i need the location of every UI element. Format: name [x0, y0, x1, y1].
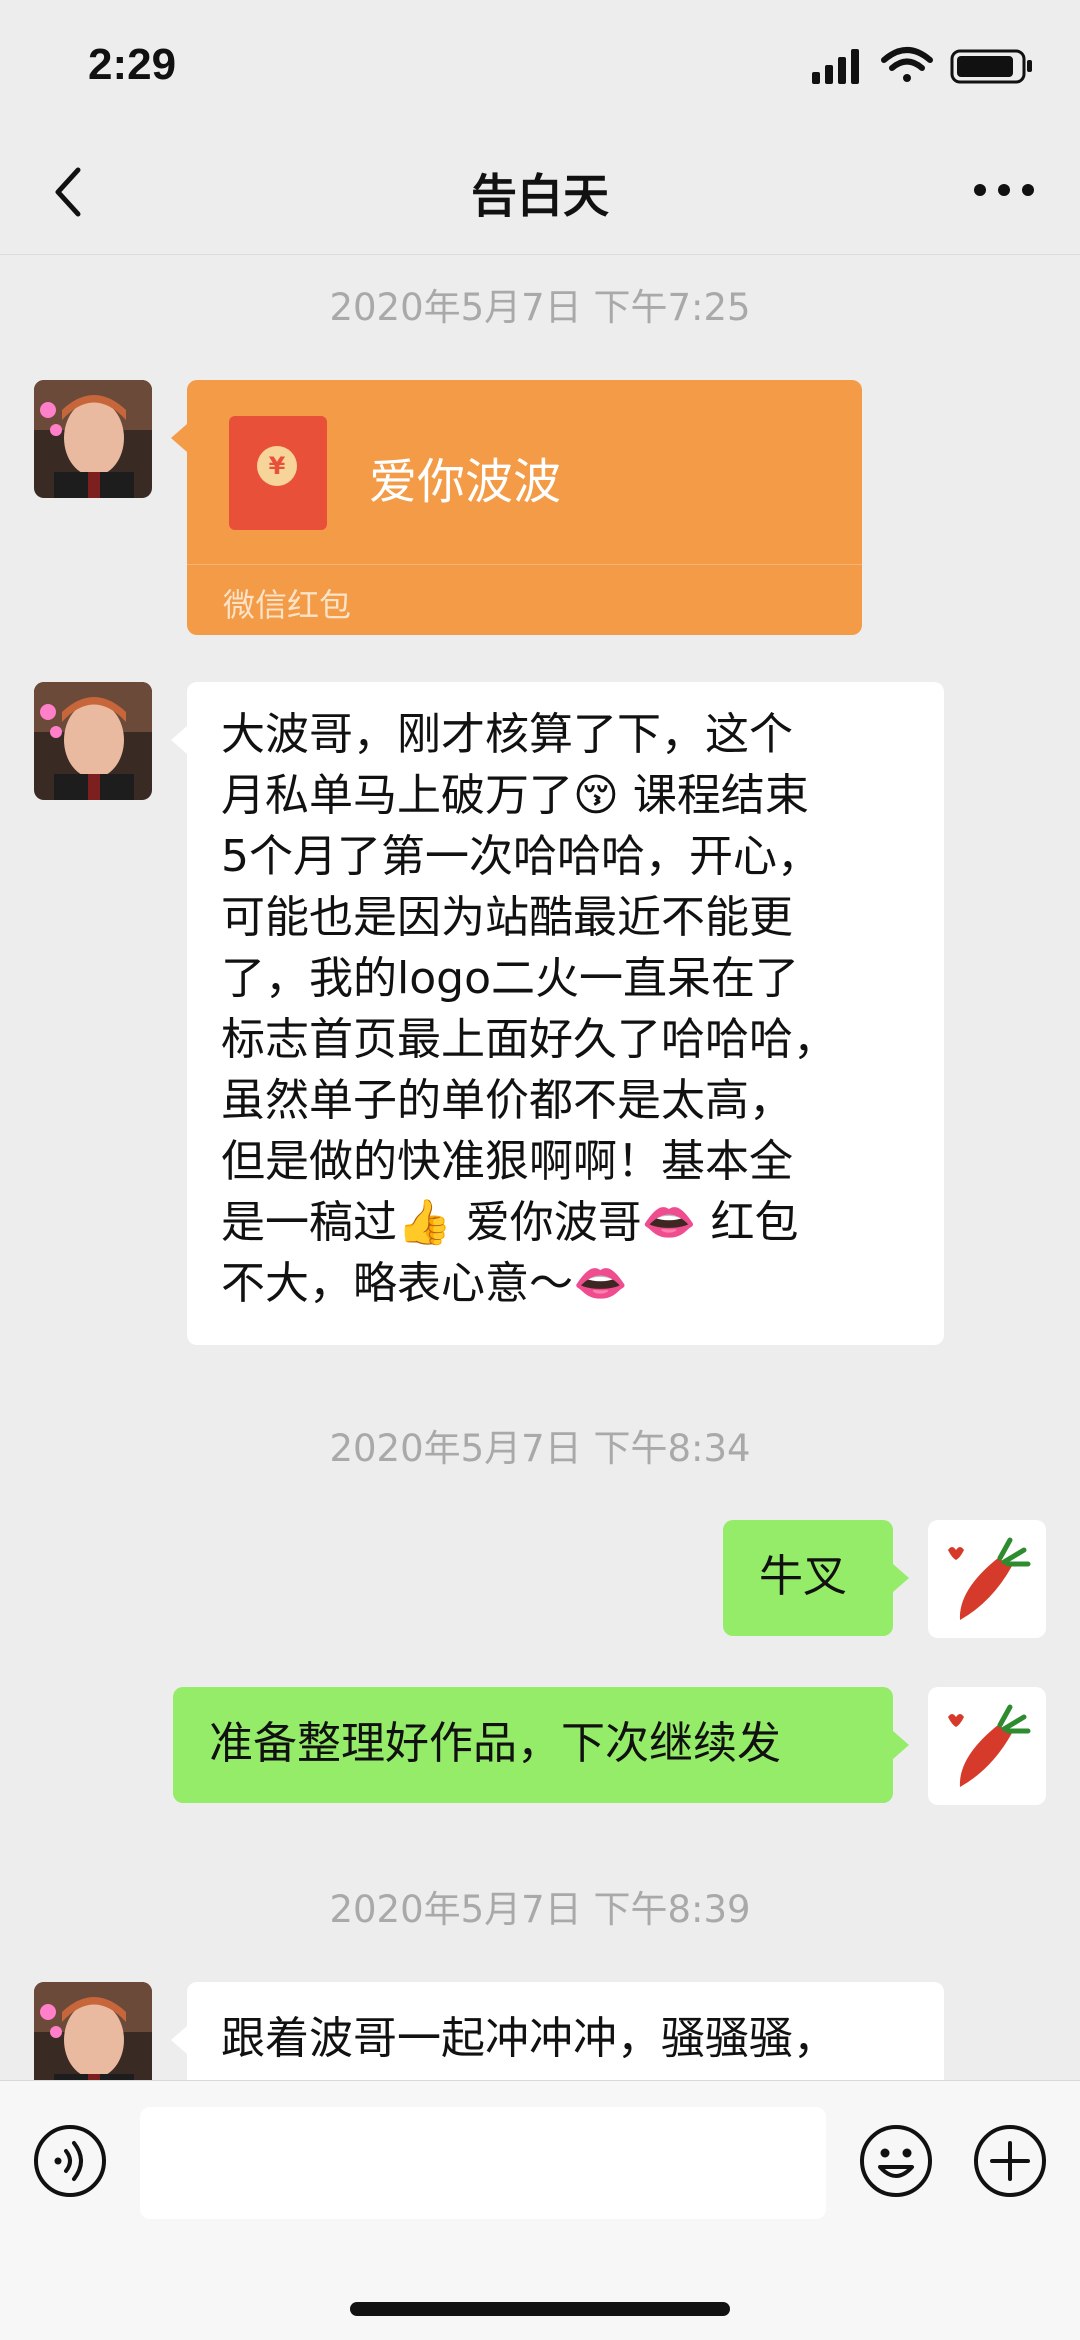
- message-text: 大波哥，刚才核算了下，这个 月私单马上破万了😚 课程结束 5个月了第一次哈哈哈，…: [221, 704, 933, 1314]
- message-line: 5个月了第一次哈哈哈，开心，: [221, 831, 821, 882]
- message-input[interactable]: [140, 2107, 826, 2219]
- message-line: 可能也是因为站酷最近不能更: [221, 892, 793, 943]
- message-line: 虽然单子的单价都不是太高，: [221, 1075, 793, 1126]
- message-line: 大波哥，刚才核算了下，这个: [221, 709, 793, 760]
- status-icons: [812, 47, 1032, 84]
- smiley-icon[interactable]: [858, 2123, 934, 2199]
- message-line: 了，我的logo二火一直呆在了: [221, 953, 799, 1004]
- avatar[interactable]: [34, 1982, 152, 2080]
- avatar[interactable]: [34, 682, 152, 800]
- timestamp: 2020年5月7日 下午8:39: [329, 1888, 751, 1931]
- chat-title: 告白天: [471, 169, 609, 223]
- message-bubble[interactable]: 大波哥，刚才核算了下，这个 月私单马上破万了😚 课程结束 5个月了第一次哈哈哈，…: [171, 682, 944, 1345]
- nav-bar: 告白天: [0, 130, 1080, 255]
- more-dots-icon[interactable]: [964, 160, 1044, 220]
- message-text: 跟着波哥一起冲冲冲，骚骚骚，: [221, 2013, 837, 2064]
- input-bar: [0, 2080, 1080, 2340]
- bubble-tail: [893, 1564, 909, 1592]
- message-line: 但是做的快准狠啊啊！基本全: [221, 1136, 793, 1187]
- red-packet-icon: ¥: [229, 416, 327, 530]
- message-text: 牛叉: [759, 1551, 847, 1602]
- red-packet-label: 微信红包: [223, 586, 352, 624]
- message-line: 不大，略表心意～👄: [221, 1258, 628, 1309]
- status-bar: 2:29: [0, 0, 1080, 130]
- home-indicator[interactable]: [350, 2302, 730, 2316]
- status-time: 2:29: [88, 40, 177, 89]
- message-text: 准备整理好作品，下次继续发: [209, 1718, 781, 1769]
- chat-area[interactable]: 2020年5月7日 下午7:25 ¥ 爱你波波 微信红包 大波哥，刚才核算了下，…: [0, 255, 1080, 2080]
- yuan-coin-icon: ¥: [257, 446, 297, 486]
- divider: [187, 564, 862, 565]
- battery-icon: [950, 49, 1032, 84]
- avatar[interactable]: [928, 1687, 1046, 1805]
- timestamp: 2020年5月7日 下午7:25: [329, 286, 751, 329]
- timestamp: 2020年5月7日 下午8:34: [329, 1427, 751, 1470]
- message-bubble[interactable]: 准备整理好作品，下次继续发: [173, 1687, 909, 1803]
- avatar[interactable]: [928, 1520, 1046, 1638]
- voice-icon[interactable]: [32, 2123, 108, 2199]
- red-packet-title: 爱你波波: [369, 454, 562, 510]
- message-line: 是一稿过👍 爱你波哥👄 红包: [221, 1197, 799, 1248]
- message-line: 标志首页最上面好久了哈哈哈，: [221, 1014, 837, 1065]
- cellular-signal-icon: [812, 49, 859, 84]
- red-packet-bubble[interactable]: ¥ 爱你波波 微信红包: [171, 380, 862, 635]
- bubble-tail: [171, 424, 187, 452]
- message-line: 月私单马上破万了😚 课程结束: [221, 770, 809, 821]
- message-bubble[interactable]: 牛叉: [723, 1520, 909, 1636]
- bubble-tail: [893, 1731, 909, 1759]
- message-bubble[interactable]: 跟着波哥一起冲冲冲，骚骚骚，: [171, 1982, 944, 2080]
- wifi-icon: [881, 47, 933, 82]
- bubble-tail: [171, 726, 187, 754]
- avatar[interactable]: [34, 380, 152, 498]
- bubble-tail: [171, 2026, 187, 2054]
- plus-icon[interactable]: [972, 2123, 1048, 2199]
